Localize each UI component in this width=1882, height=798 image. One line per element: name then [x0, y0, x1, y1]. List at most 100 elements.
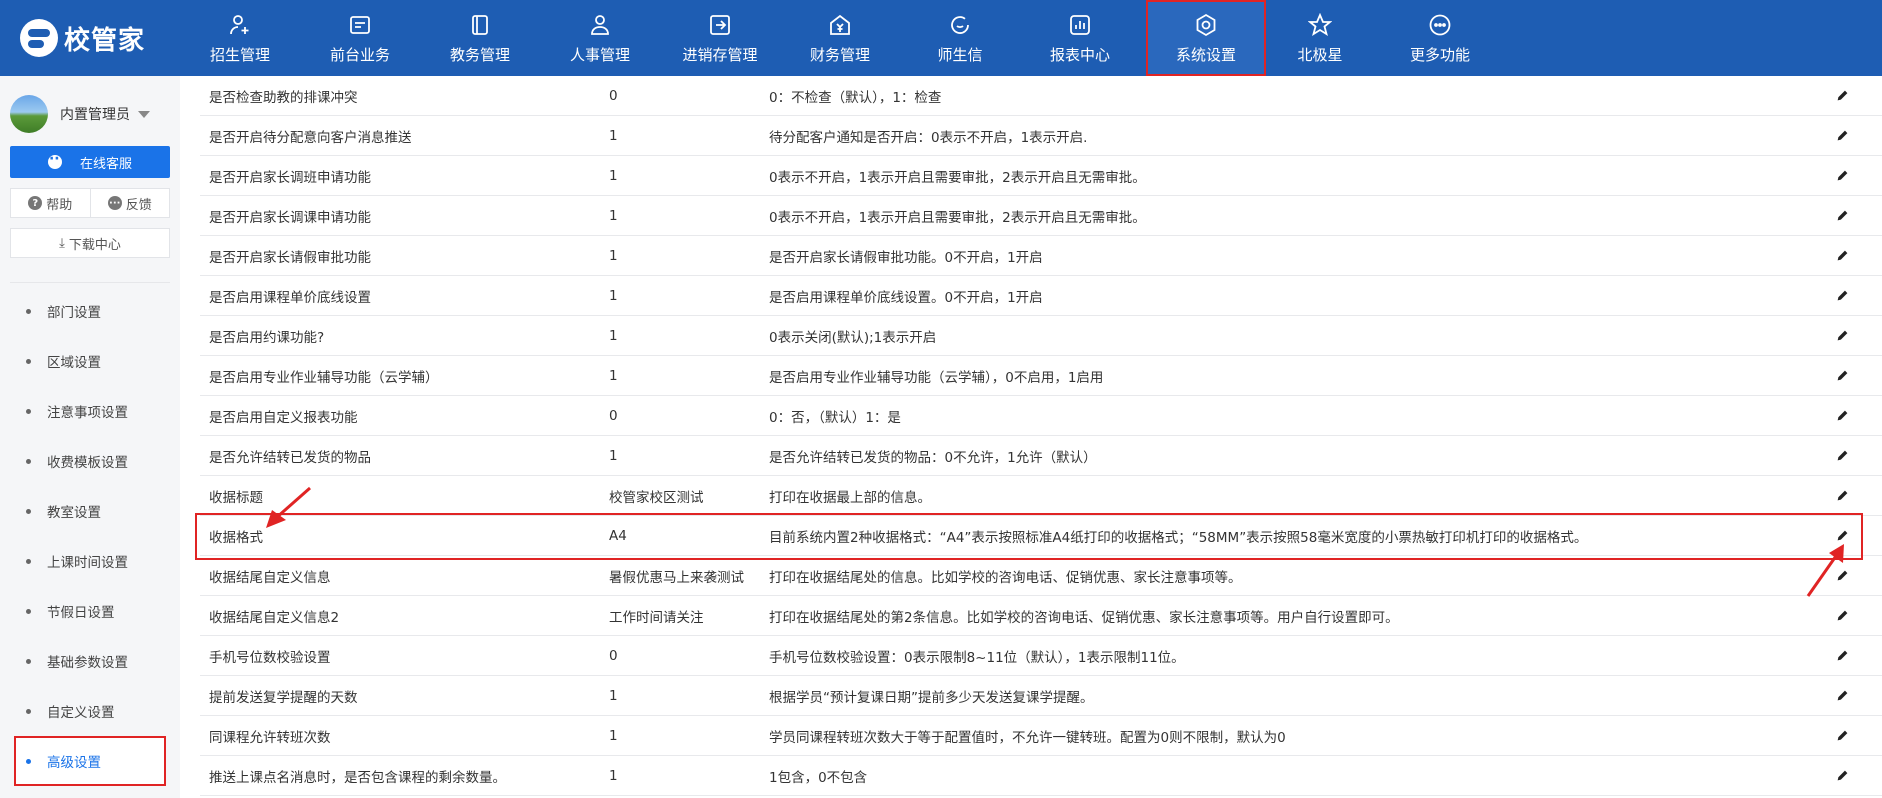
- sidebar-item-advanced[interactable]: 高级设置: [14, 736, 166, 786]
- sidebar-item-fee-templates[interactable]: 收费模板设置: [0, 436, 180, 486]
- book-icon: [467, 12, 493, 38]
- setting-description: 1包含，0不包含: [769, 769, 868, 786]
- bullet-icon: [26, 758, 31, 764]
- setting-name: 收据格式: [209, 529, 263, 546]
- setting-value: 0: [609, 647, 618, 664]
- report-icon: [1067, 12, 1093, 38]
- setting-value: 1: [609, 767, 618, 784]
- setting-name: 是否允许结转已发货的物品: [209, 449, 371, 466]
- table-row: 手机号位数校验设置 0 手机号位数校验设置：0表示限制8~11位（默认），1表示限制…: [200, 636, 1882, 676]
- sidebar-item-label: 上课时间设置: [47, 555, 128, 571]
- sidebar-item-label: 教室设置: [47, 505, 101, 521]
- sidebar: 内置管理员 在线客服 ? 帮助 ··· 反馈 ⤓ 下载中心 部门设置 区域设置 …: [0, 76, 180, 798]
- app-logo[interactable]: 校管家: [20, 18, 145, 58]
- sidebar-item-regions[interactable]: 区域设置: [0, 336, 180, 386]
- nav-front-desk[interactable]: 前台业务: [300, 0, 420, 76]
- nav-polaris[interactable]: 北极星: [1260, 0, 1380, 76]
- nav-label: 财务管理: [809, 45, 870, 64]
- nav-academic[interactable]: 教务管理: [420, 0, 540, 76]
- top-navigation-bar: 校管家 招生管理 前台业务 教务管理 人事管理 进销存管理 财务管理 师生信 报…: [0, 0, 1882, 76]
- edit-icon[interactable]: [1834, 288, 1850, 304]
- nav-inventory[interactable]: 进销存管理: [660, 0, 780, 76]
- advanced-settings-table: 是否检查助教的排课冲突 0 0：不检查（默认），1：检查 是否开启待分配意向客户消息…: [200, 76, 1882, 798]
- sidebar-divider: [10, 282, 170, 283]
- setting-description: 是否允许结转已发货的物品：0不允许，1允许（默认）: [769, 449, 1097, 466]
- edit-icon[interactable]: [1834, 688, 1850, 704]
- bullet-icon: [26, 458, 31, 464]
- sidebar-item-basic-params[interactable]: 基础参数设置: [0, 636, 180, 686]
- edit-icon[interactable]: [1834, 248, 1850, 264]
- bullet-icon: [26, 508, 31, 514]
- edit-icon[interactable]: [1834, 488, 1850, 504]
- setting-description: 0：否，（默认）1：是: [769, 409, 901, 426]
- sidebar-item-departments[interactable]: 部门设置: [0, 286, 180, 336]
- edit-icon[interactable]: [1834, 648, 1850, 664]
- nav-hr[interactable]: 人事管理: [540, 0, 660, 76]
- id-card-icon: [347, 12, 373, 38]
- edit-icon[interactable]: [1834, 128, 1850, 144]
- settings-menu: 部门设置 区域设置 注意事项设置 收费模板设置 教室设置 上课时间设置 节假日设…: [0, 286, 180, 786]
- setting-name: 提前发送复学提醒的天数: [209, 689, 358, 706]
- sidebar-item-class-times[interactable]: 上课时间设置: [0, 536, 180, 586]
- edit-icon[interactable]: [1834, 328, 1850, 344]
- edit-icon[interactable]: [1834, 728, 1850, 744]
- online-service-button[interactable]: 在线客服: [10, 146, 170, 178]
- nav-label: 招生管理: [209, 45, 270, 64]
- sidebar-item-classrooms[interactable]: 教室设置: [0, 486, 180, 536]
- nav-label: 前台业务: [329, 45, 390, 64]
- nav-label: 人事管理: [569, 45, 630, 64]
- question-icon: ?: [28, 196, 43, 210]
- edit-icon[interactable]: [1834, 88, 1850, 104]
- sidebar-item-label: 区域设置: [47, 355, 101, 371]
- help-label: 帮助: [46, 197, 73, 213]
- table-row: 是否开启家长调课申请功能 1 0表示不开启，1表示开启且需要审批，2表示开启且无需审…: [200, 196, 1882, 236]
- setting-name: 是否开启待分配意向客户消息推送: [209, 129, 412, 146]
- setting-value: 暑假优惠马上来袭测试: [609, 569, 744, 586]
- edit-icon[interactable]: [1834, 768, 1850, 784]
- edit-icon[interactable]: [1834, 568, 1850, 584]
- edit-icon[interactable]: [1834, 368, 1850, 384]
- nav-recruitment[interactable]: 招生管理: [180, 0, 300, 76]
- setting-name: 是否启用自定义报表功能: [209, 409, 358, 426]
- help-button[interactable]: ? 帮助: [11, 189, 90, 217]
- table-row-receipt-format: 收据格式 A4 目前系统内置2种收据格式：“A4”表示按照标准A4纸打印的收据格式；…: [200, 516, 1882, 556]
- sidebar-item-label: 节假日设置: [47, 605, 115, 621]
- more-icon: [1427, 12, 1453, 38]
- edit-icon[interactable]: [1834, 208, 1850, 224]
- sidebar-item-label: 高级设置: [47, 755, 101, 771]
- nav-reports[interactable]: 报表中心: [1020, 0, 1140, 76]
- edit-icon[interactable]: [1834, 608, 1850, 624]
- logo-icon: [20, 19, 58, 57]
- nav-label: 报表中心: [1049, 45, 1110, 64]
- feedback-button[interactable]: ··· 反馈: [89, 189, 170, 217]
- sidebar-item-label: 注意事项设置: [47, 405, 128, 421]
- setting-name: 是否启用专业作业辅导功能（云学辅）: [209, 369, 439, 386]
- table-row: 收据结尾自定义信息2 工作时间请关注 打印在收据结尾处的第2条信息。比如学校的咨询电…: [200, 596, 1882, 636]
- sidebar-item-label: 基础参数设置: [47, 655, 128, 671]
- sidebar-item-notices[interactable]: 注意事项设置: [0, 386, 180, 436]
- edit-icon[interactable]: [1834, 448, 1850, 464]
- setting-value: 1: [609, 127, 618, 144]
- setting-name: 是否启用约课功能?: [209, 329, 325, 346]
- bullet-icon: [26, 558, 31, 564]
- sidebar-item-custom[interactable]: 自定义设置: [0, 686, 180, 736]
- nav-messages[interactable]: 师生信: [900, 0, 1020, 76]
- nav-more[interactable]: 更多功能: [1380, 0, 1500, 76]
- edit-icon[interactable]: [1834, 168, 1850, 184]
- nav-label: 进销存管理: [682, 45, 758, 64]
- setting-name: 是否开启家长调课申请功能: [209, 209, 371, 226]
- user-menu[interactable]: 内置管理员: [10, 94, 170, 134]
- table-row: 是否开启家长调班申请功能 1 0表示不开启，1表示开启且需要审批，2表示开启且无需审…: [200, 156, 1882, 196]
- download-center-button[interactable]: ⤓ 下载中心: [10, 228, 170, 258]
- setting-name: 是否启用课程单价底线设置: [209, 289, 371, 306]
- nav-label: 教务管理: [449, 45, 510, 64]
- sidebar-item-holidays[interactable]: 节假日设置: [0, 586, 180, 636]
- edit-icon[interactable]: [1834, 528, 1850, 544]
- online-service-label: 在线客服: [79, 156, 132, 172]
- table-row: 是否开启家长请假审批功能 1 是否开启家长请假审批功能。0不开启，1开启: [200, 236, 1882, 276]
- setting-value: 1: [609, 447, 618, 464]
- nav-finance[interactable]: 财务管理: [780, 0, 900, 76]
- nav-system-settings[interactable]: 系统设置: [1146, 0, 1266, 76]
- bullet-icon: [26, 308, 31, 314]
- edit-icon[interactable]: [1834, 408, 1850, 424]
